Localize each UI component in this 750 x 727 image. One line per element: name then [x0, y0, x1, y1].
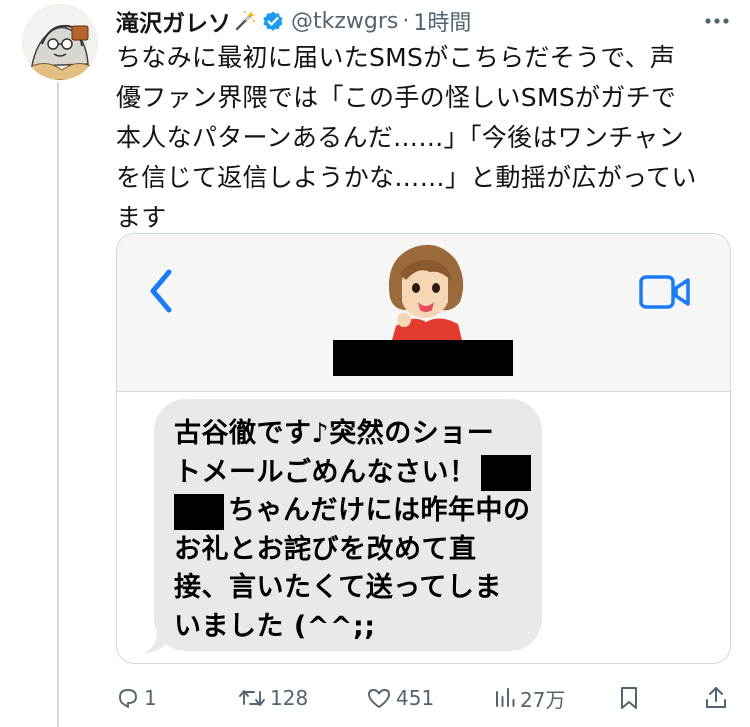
like-count: 451 — [396, 686, 435, 710]
back-icon — [150, 269, 172, 313]
thread-line — [57, 82, 59, 727]
tweet-text-line: ちなみに最初に届いたSMSがこちらだそうで、声 — [116, 43, 676, 72]
sms-line-text: ちゃんだけには昨年中の — [228, 495, 531, 526]
sms-line: トメールごめんなさい！ — [174, 454, 531, 493]
video-call-icon — [639, 275, 690, 309]
more-icon[interactable] — [702, 6, 732, 36]
views-count: 27万 — [520, 687, 566, 712]
sms-header — [117, 234, 730, 392]
views-button[interactable]: 27万 — [494, 684, 565, 713]
tweet-text: ちなみに最初に届いたSMSがこちらだそうで、声 優ファン界隈では「この手の怪しい… — [116, 38, 726, 238]
retweet-icon — [239, 690, 265, 706]
tweet-header: 滝沢ガレソ @tkzwgrs · 1時間 — [116, 4, 471, 38]
bubble-tail — [143, 622, 169, 654]
sms-line: いました (^^;; — [174, 610, 376, 642]
sms-redaction — [174, 493, 224, 530]
sms-line: 古谷徹です♪突然のショー — [174, 418, 495, 449]
sms-redaction — [480, 455, 531, 491]
sms-line: お礼とお詫びを改めて直 — [174, 533, 477, 565]
user-avatar-illustration — [22, 4, 98, 80]
reply-count: 1 — [144, 686, 157, 710]
user-handle[interactable]: @tkzwgrs — [291, 9, 398, 34]
tweet-text-line: 優ファン界隈では「この手の怪しいSMSがガチで — [116, 83, 677, 112]
reply-button[interactable]: 1 — [116, 686, 157, 710]
bookmark-button[interactable] — [618, 685, 640, 711]
display-name[interactable]: 滝沢ガレソ — [116, 4, 231, 38]
contact-name-redaction — [333, 340, 513, 376]
separator-dot: · — [402, 8, 410, 34]
user-avatar[interactable] — [22, 4, 98, 80]
tweet-text-line: ます — [116, 203, 167, 232]
sms-line-text: トメールごめんなさい！ — [174, 456, 477, 488]
like-icon — [368, 689, 390, 708]
bookmark-icon — [621, 687, 637, 709]
tweet-actions: 1 128 451 27万 — [116, 680, 736, 716]
retweet-button[interactable]: 128 — [238, 686, 308, 710]
wand-icon — [233, 9, 257, 33]
timestamp[interactable]: 1時間 — [413, 5, 471, 37]
sms-message-bubble: 古谷徹です♪突然のショー トメールごめんなさい！ ちゃんだけには昨年中の お礼と… — [154, 399, 542, 651]
contact-avatar — [388, 244, 464, 340]
like-button[interactable]: 451 — [366, 686, 434, 710]
share-icon — [706, 687, 726, 708]
views-icon — [496, 688, 515, 707]
attached-image[interactable]: 古谷徹です♪突然のショー トメールごめんなさい！ ちゃんだけには昨年中の お礼と… — [116, 233, 731, 664]
verified-icon[interactable] — [261, 9, 285, 33]
sms-line: ちゃんだけには昨年中の — [174, 492, 530, 531]
share-button[interactable] — [704, 685, 728, 711]
tweet-text-line: 本人なパターンあるんだ……」「今後はワンチャン — [116, 123, 684, 152]
tweet-text-line: を信じて返信しようかな……」と動揺が広がってい — [116, 163, 697, 192]
retweet-count: 128 — [270, 686, 309, 710]
sms-line: 接、言いたくて送ってしま — [174, 572, 502, 603]
reply-icon — [119, 689, 137, 708]
